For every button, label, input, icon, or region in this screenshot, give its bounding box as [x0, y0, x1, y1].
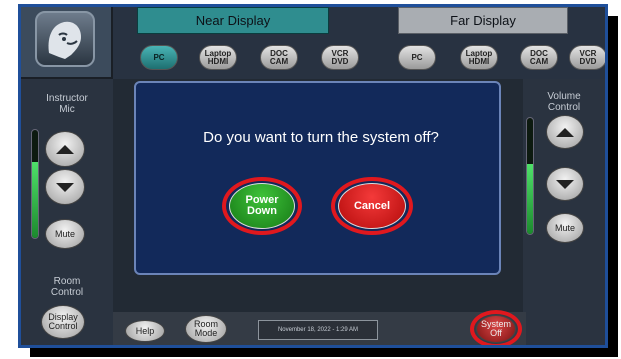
volume-down-button[interactable] [546, 167, 584, 201]
datetime-display: November 18, 2022 - 1:29 AM [258, 320, 378, 340]
power-down-button[interactable]: Power Down [229, 183, 295, 229]
room-mode-button[interactable]: Room Mode [185, 315, 227, 343]
bottom-bar: Help Room Mode November 18, 2022 - 1:29 … [113, 310, 526, 345]
lion-logo-icon [35, 11, 95, 67]
tab-near-display[interactable]: Near Display [137, 7, 329, 34]
instructor-mic-title: Instructor Mic [46, 93, 88, 115]
mic-mute-button[interactable]: Mute [45, 219, 85, 249]
near-source-laptop-button[interactable]: Laptop HDMI [199, 45, 237, 70]
shutdown-dialog: Do you want to turn the system off? Powe… [134, 81, 501, 275]
system-off-button[interactable]: System Off [476, 315, 516, 343]
near-source-pc-button[interactable]: PC [140, 45, 178, 70]
mic-up-button[interactable] [45, 131, 85, 167]
near-source-vcr-button[interactable]: VCR DVD [321, 45, 359, 70]
volume-level-meter [526, 117, 534, 235]
far-source-doccam-button[interactable]: DOC CAM [520, 45, 558, 70]
near-source-doccam-button[interactable]: DOC CAM [260, 45, 298, 70]
far-source-laptop-button[interactable]: Laptop HDMI [460, 45, 498, 70]
mic-level-meter [31, 129, 39, 239]
arrow-up-icon [556, 127, 574, 137]
mic-down-button[interactable] [45, 169, 85, 205]
arrow-down-icon [56, 182, 74, 192]
instructor-mic-panel: Instructor Mic Mute Room Control Display… [21, 79, 113, 345]
display-control-button[interactable]: Display Control [41, 305, 85, 339]
far-source-vcr-button[interactable]: VCR DVD [569, 45, 605, 70]
room-control-title: Room Control [50, 276, 84, 298]
far-source-pc-button[interactable]: PC [398, 45, 436, 70]
logo-area [21, 7, 113, 79]
volume-control-panel: Volume Control Mute [523, 79, 605, 345]
help-button[interactable]: Help [125, 320, 165, 342]
volume-mute-button[interactable]: Mute [546, 213, 584, 243]
arrow-up-icon [56, 144, 74, 154]
dialog-message: Do you want to turn the system off? [203, 129, 439, 146]
display-source-bar: Near Display Far Display PC Laptop HDMI … [113, 7, 605, 79]
cancel-button[interactable]: Cancel [338, 183, 406, 229]
volume-up-button[interactable] [546, 115, 584, 149]
arrow-down-icon [556, 179, 574, 189]
volume-control-title: Volume Control [547, 91, 581, 113]
control-panel: Near Display Far Display PC Laptop HDMI … [18, 4, 608, 348]
tab-far-display[interactable]: Far Display [398, 7, 568, 34]
